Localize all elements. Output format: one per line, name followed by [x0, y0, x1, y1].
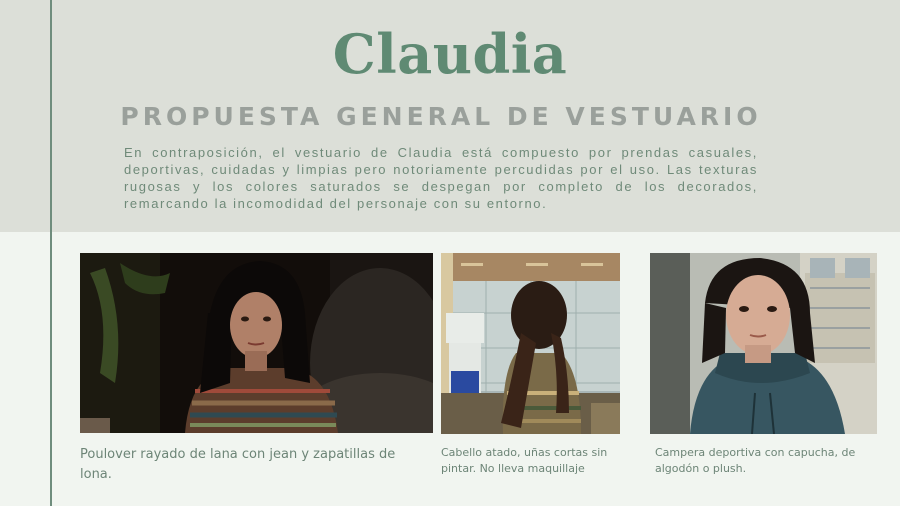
photo-hoodie [650, 253, 877, 434]
photo-kitchen-back [441, 253, 620, 434]
slide-subtitle: PROPUESTA GENERAL DE VESTUARIO [120, 102, 762, 131]
photo-striped-sweater [80, 253, 433, 433]
caption-photo-3: Campera deportiva con capucha, de algodó… [655, 446, 856, 475]
caption-photo-1: Poulover rayado de lana con jean y zapat… [80, 447, 396, 482]
slide-title: Claudia [332, 22, 568, 86]
caption-photo-2: Cabello atado, uñas cortas sin pintar. N… [441, 446, 608, 475]
slide-description: En contraposición, el vestuario de Claud… [124, 145, 758, 211]
